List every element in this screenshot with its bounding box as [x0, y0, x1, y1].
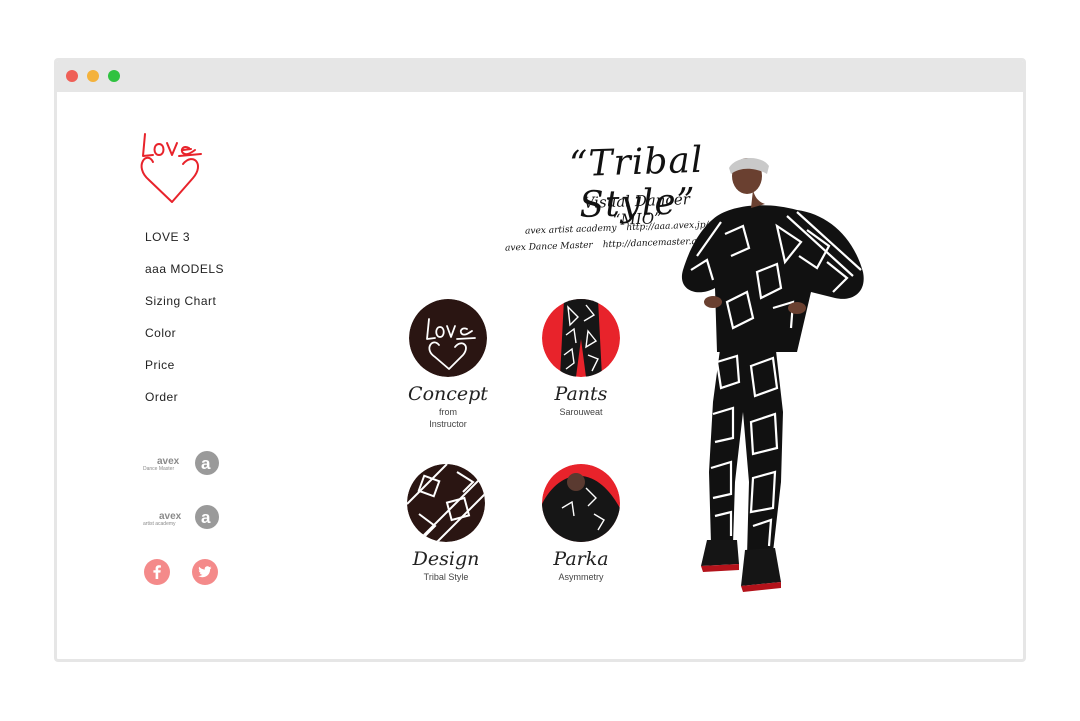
tile-title: Concept: [408, 383, 488, 405]
credit-name: avex Dance Master: [504, 240, 593, 254]
tile-title: Parka: [553, 548, 609, 570]
facebook-icon: [153, 565, 161, 579]
artist-academy-caption: artist academy: [143, 521, 176, 527]
page-content: LOVE 3 aaa MODELS Sizing Chart Color Pri…: [57, 92, 1023, 659]
sidebar-nav: LOVE 3 aaa MODELS Sizing Chart Color Pri…: [145, 229, 224, 421]
dance-master-caption: Dance Master: [143, 466, 174, 472]
pants-thumbnail: [542, 299, 620, 377]
tile-title: Design: [412, 548, 480, 570]
nav-item-price[interactable]: Price: [145, 357, 224, 389]
svg-text:a: a: [201, 454, 211, 473]
svg-text:a: a: [201, 508, 211, 527]
twitter-button[interactable]: [192, 559, 218, 585]
tile-subtitle: Sarouweat: [559, 407, 603, 417]
maximize-window-button[interactable]: [108, 70, 120, 82]
tile-subtitle: Tribal Style: [423, 572, 469, 582]
close-window-button[interactable]: [66, 70, 78, 82]
avex-artist-academy-logo[interactable]: avex artist academy a: [143, 502, 221, 532]
twitter-icon: [198, 566, 212, 578]
window-titlebar: [57, 61, 1023, 92]
tile-parka[interactable]: Parka Asymmetry: [521, 464, 641, 582]
nav-item-sizing-chart[interactable]: Sizing Chart: [145, 293, 224, 325]
dancer-photo: [681, 157, 864, 592]
tile-design[interactable]: Design Tribal Style: [386, 464, 506, 582]
tile-pants[interactable]: Pants Sarouweat: [521, 299, 641, 417]
design-thumbnail: [407, 464, 485, 542]
nav-item-color[interactable]: Color: [145, 325, 224, 357]
nav-item-order[interactable]: Order: [145, 389, 224, 421]
minimize-window-button[interactable]: [87, 70, 99, 82]
nav-item-love3[interactable]: LOVE 3: [145, 229, 224, 261]
facebook-button[interactable]: [144, 559, 170, 585]
tile-concept[interactable]: Concept from Instructor: [388, 299, 508, 429]
love-logo[interactable]: [139, 128, 207, 204]
browser-window: LOVE 3 aaa MODELS Sizing Chart Color Pri…: [54, 58, 1026, 662]
parka-thumbnail: [542, 464, 620, 542]
tile-subtitle: Asymmetry: [558, 572, 604, 582]
nav-item-aaa-models[interactable]: aaa MODELS: [145, 261, 224, 293]
avex-dance-master-logo[interactable]: avex Dance Master a: [143, 448, 221, 478]
credit-name: avex artist academy: [524, 223, 617, 237]
concept-thumbnail: [409, 299, 487, 377]
tile-subtitle-line: from: [439, 407, 457, 417]
tile-title: Pants: [554, 383, 608, 405]
tile-subtitle-line: Instructor: [429, 419, 467, 429]
